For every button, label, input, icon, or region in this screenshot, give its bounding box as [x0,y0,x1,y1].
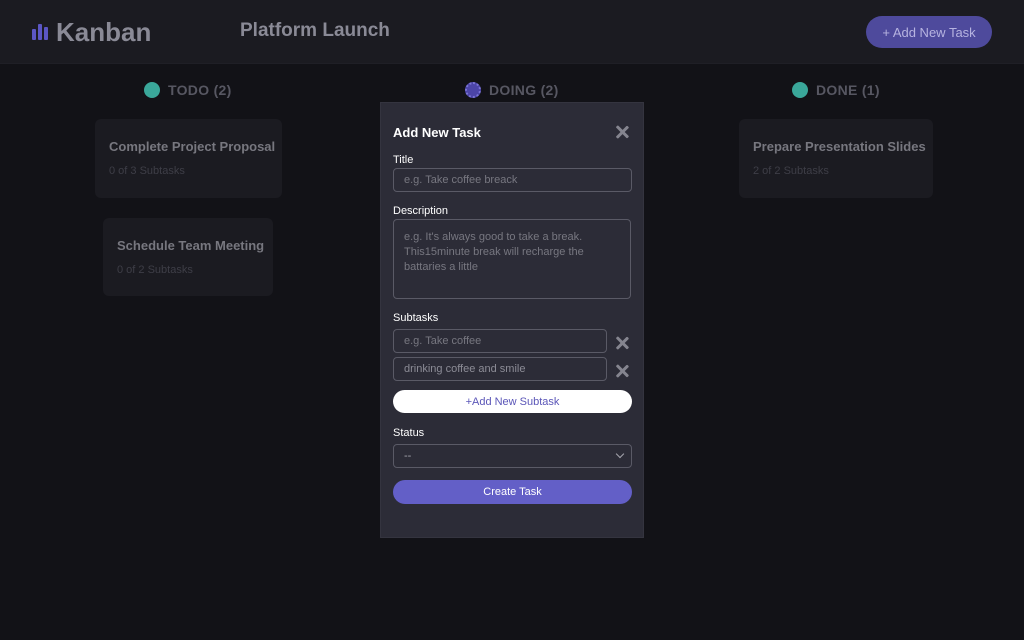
task-card[interactable]: Prepare Presentation Slides 2 of 2 Subta… [739,119,933,198]
board-title: Platform Launch [240,20,390,41]
logo-text: Kanban [56,16,152,47]
title-input[interactable] [393,168,632,192]
task-card-title: Complete Project Proposal [109,139,276,154]
column-header-done: DONE (1) [792,80,880,100]
kanban-logo-icon [32,24,48,40]
add-task-modal: Add New Task Title Description Subtasks … [380,102,644,538]
status-dot-icon [465,82,481,98]
description-label: Description [393,205,449,217]
close-icon[interactable] [615,125,629,139]
subtask-input[interactable] [393,357,607,381]
add-new-subtask-button[interactable]: +Add New Subtask [393,390,632,413]
add-new-task-button[interactable]: + Add New Task [866,16,992,48]
description-input[interactable] [393,219,631,299]
column-name: DOING (2) [489,82,559,98]
task-card-subtasks: 2 of 2 Subtasks [753,165,829,177]
app-header: Kanban Platform Launch + Add New Task [0,0,1024,64]
status-label: Status [393,427,425,439]
task-card-subtasks: 0 of 2 Subtasks [117,264,193,276]
modal-title: Add New Task [393,125,481,140]
remove-subtask-icon[interactable] [615,364,629,378]
task-card[interactable]: Schedule Team Meeting 0 of 2 Subtasks [103,218,273,296]
remove-subtask-icon[interactable] [615,336,629,350]
title-label: Title [393,154,414,166]
task-card-title: Prepare Presentation Slides [753,139,926,154]
column-name: TODO (2) [168,82,232,98]
task-card-subtasks: 0 of 3 Subtasks [109,165,185,177]
column-name: DONE (1) [816,82,880,98]
subtasks-label: Subtasks [393,312,439,324]
subtask-input[interactable] [393,329,607,353]
status-select-value: -- [404,450,412,462]
column-header-doing: DOING (2) [465,80,559,100]
status-dot-icon [144,82,160,98]
chevron-down-icon [615,449,625,459]
task-card-title: Schedule Team Meeting [117,238,265,253]
create-task-button[interactable]: Create Task [393,480,632,504]
status-dot-icon [792,82,808,98]
column-header-todo: TODO (2) [144,80,232,100]
status-select[interactable]: -- [393,444,632,468]
logo: Kanban [32,16,151,48]
task-card[interactable]: Complete Project Proposal 0 of 3 Subtask… [95,119,282,198]
